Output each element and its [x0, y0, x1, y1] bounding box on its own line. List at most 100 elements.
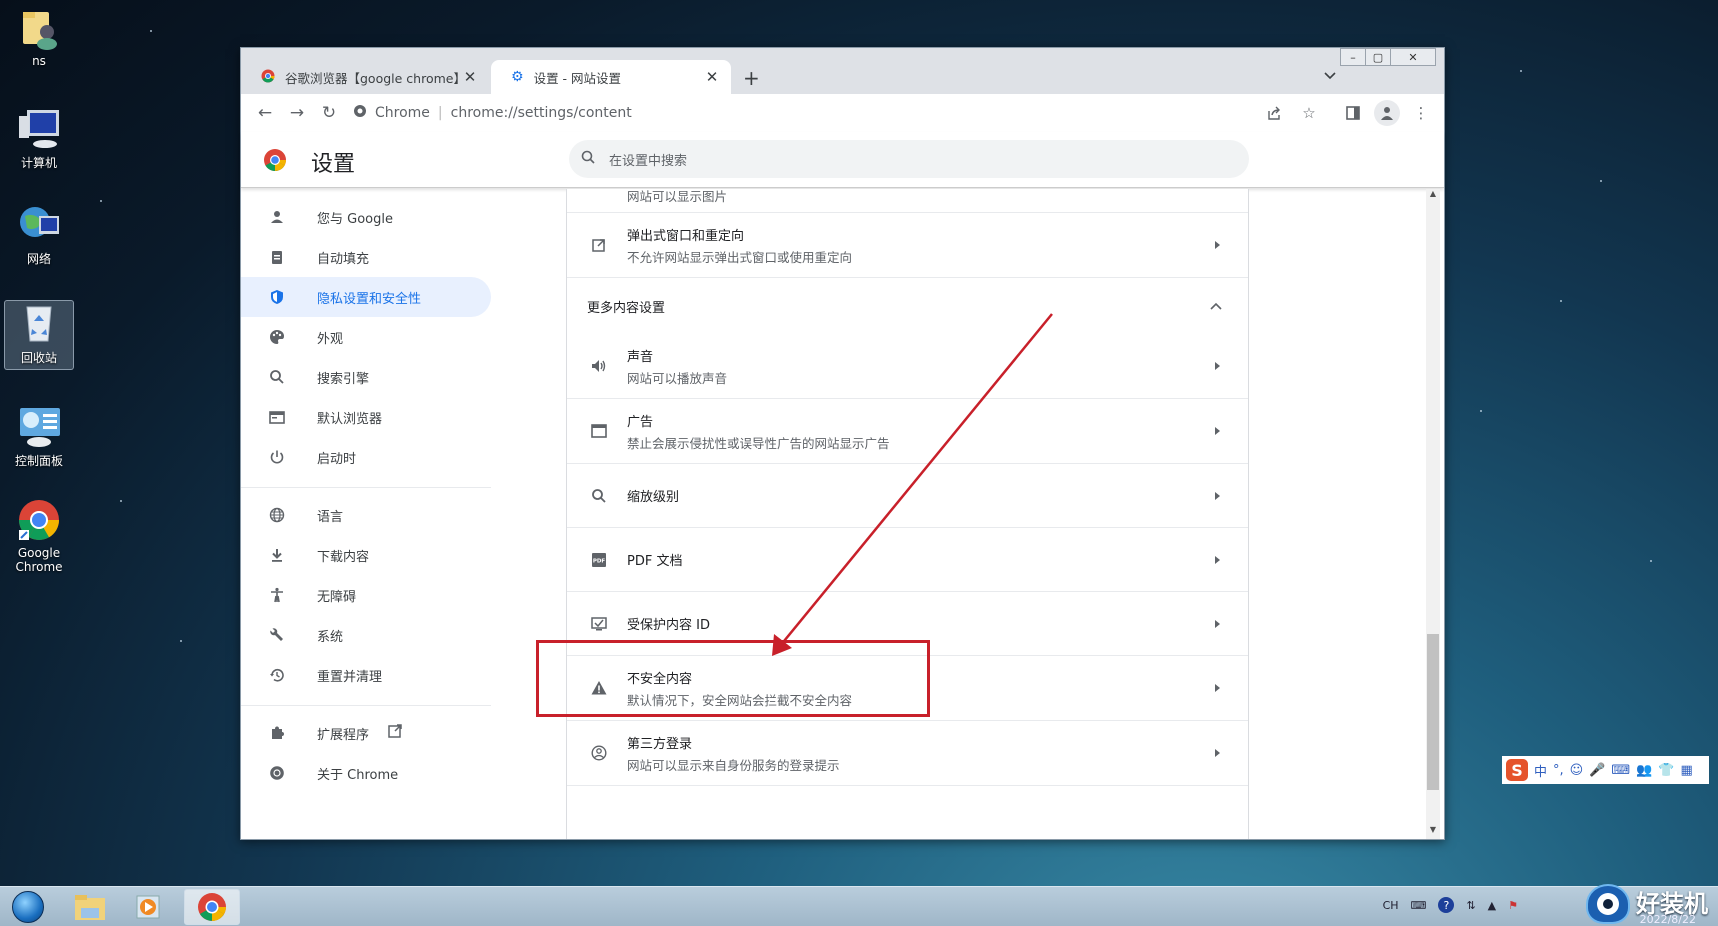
skin-icon[interactable]: 👕 — [1658, 763, 1674, 778]
ad-window-icon — [589, 421, 609, 441]
zoom-search-icon — [589, 486, 609, 506]
content-setting-row[interactable]: 声音 网站可以播放声音 — [567, 334, 1248, 399]
content-setting-row[interactable]: 广告 禁止会展示侵扰性或误导性广告的网站显示广告 — [567, 399, 1248, 464]
sidebar-item-chrome-outline[interactable]: 关于 Chrome — [241, 753, 491, 793]
new-tab-button[interactable]: + — [743, 66, 760, 90]
sidebar-item-person[interactable]: 您与 Google — [241, 197, 491, 237]
share-icon[interactable] — [1262, 100, 1288, 126]
keyboard-icon[interactable]: ⌨ — [1411, 899, 1427, 912]
side-panel-icon[interactable] — [1340, 100, 1366, 126]
sidebar-item-history[interactable]: 重置并清理 — [241, 655, 491, 695]
profile-avatar[interactable] — [1374, 100, 1400, 126]
taskbar-media-player[interactable] — [120, 889, 176, 925]
forward-button[interactable]: → — [281, 103, 313, 123]
address-bar[interactable]: Chrome | chrome://settings/content — [353, 98, 1289, 128]
sidebar-item-label: 下载内容 — [317, 549, 370, 565]
tab-settings[interactable]: ⚙ 设置 - 网站设置 ✕ — [491, 60, 731, 94]
emoji-icon[interactable]: ☺ — [1570, 763, 1584, 778]
desktop-icon-ns[interactable]: ns — [4, 6, 74, 68]
user-folder-icon — [17, 6, 61, 50]
scroll-up-arrow[interactable]: ▲ — [1426, 189, 1440, 203]
network-tray-icon[interactable]: ⇅ — [1466, 899, 1475, 912]
sidebar-item-label: 搜索引擎 — [317, 371, 370, 387]
scroll-thumb[interactable] — [1427, 634, 1439, 790]
row-title: 不安全内容 — [627, 671, 693, 687]
sidebar-item-browser-window[interactable]: 默认浏览器 — [241, 397, 491, 437]
volume-icon — [589, 356, 609, 376]
tab-close-button[interactable]: ✕ — [461, 68, 479, 86]
external-link-icon — [387, 723, 403, 743]
desktop-icon-label: Google Chrome — [15, 546, 63, 574]
content-setting-row[interactable]: PDF PDF 文档 — [567, 528, 1248, 592]
sidebar-item-accessibility[interactable]: 无障碍 — [241, 575, 491, 615]
desktop-icon-computer[interactable]: 计算机 — [4, 106, 74, 171]
show-hidden-icons[interactable]: ▲ — [1488, 899, 1496, 912]
row-title: 缩放级别 — [627, 490, 680, 505]
url-text: chrome://settings/content — [450, 105, 632, 121]
settings-search-input[interactable]: 在设置中搜索 — [569, 140, 1249, 178]
sidebar-item-label: 语言 — [317, 509, 344, 525]
row-subtitle: 网站可以显示来自身份服务的登录提示 — [627, 757, 840, 773]
sidebar-item-power[interactable]: 启动时 — [241, 437, 491, 477]
chevron-right-icon — [1215, 241, 1220, 249]
images-row-partial[interactable]: 网站可以显示图片 — [567, 189, 1248, 213]
content-setting-row[interactable]: 第三方登录 网站可以显示来自身份服务的登录提示 — [567, 721, 1248, 786]
help-icon[interactable]: ? — [1438, 897, 1455, 913]
content-setting-row[interactable]: 弹出式窗口和重定向不允许网站显示弹出式窗口或使用重定向 — [567, 213, 1248, 278]
sidebar-item-clipboard[interactable]: 自动填充 — [241, 237, 491, 277]
microphone-icon[interactable]: 🎤 — [1589, 763, 1605, 778]
chrome-logo — [263, 148, 287, 176]
chrome-site-icon — [353, 104, 367, 122]
sidebar-item-label: 关于 Chrome — [317, 767, 399, 783]
content-setting-row[interactable]: 不安全内容默认情况下，安全网站会拦截不安全内容 — [567, 656, 1248, 721]
back-button[interactable]: ← — [249, 103, 281, 123]
taskbar-chrome[interactable] — [184, 889, 240, 925]
desktop-icon-recycle-bin[interactable]: 回收站 — [4, 300, 74, 370]
clock-date[interactable]: 2022/8/22 — [1640, 913, 1696, 926]
scroll-down-arrow[interactable]: ▼ — [1426, 825, 1440, 839]
warning-icon — [589, 678, 609, 698]
brand-logo-icon — [1586, 884, 1630, 924]
tab-search-dropdown[interactable] — [1324, 68, 1336, 84]
row-title: 弹出式窗口和重定向 — [627, 228, 745, 244]
control-panel-icon — [17, 404, 61, 448]
row-subtitle: 默认情况下，安全网站会拦截不安全内容 — [627, 692, 853, 708]
page-scrollbar[interactable]: ▲ ▼ — [1426, 189, 1440, 839]
chevron-up-icon[interactable] — [1210, 299, 1222, 313]
chrome-icon — [198, 893, 226, 921]
sidebar-item-shield[interactable]: 隐私设置和安全性 — [241, 277, 491, 317]
start-button[interactable] — [0, 889, 56, 925]
content-setting-row[interactable]: 受保护内容 ID — [567, 592, 1248, 656]
taskbar-file-explorer[interactable] — [62, 889, 118, 925]
sidebar-item-download[interactable]: 下载内容 — [241, 535, 491, 575]
shield-icon — [267, 287, 287, 307]
menu-kebab-icon[interactable]: ⋮ — [1408, 100, 1434, 126]
reload-button[interactable]: ↻ — [313, 103, 345, 123]
desktop-icon-chrome[interactable]: Google Chrome — [4, 498, 74, 574]
sidebar-item-globe[interactable]: 语言 — [241, 495, 491, 535]
sidebar-item-search[interactable]: 搜索引擎 — [241, 357, 491, 397]
sidebar-item-palette[interactable]: 外观 — [241, 317, 491, 357]
more-content-settings-header[interactable]: 更多内容设置 — [567, 278, 1248, 334]
content-setting-row[interactable]: 缩放级别 — [567, 464, 1248, 528]
punctuation-icon[interactable]: °, — [1553, 763, 1564, 778]
toolbox-icon[interactable]: ▦ — [1681, 763, 1693, 778]
bookmark-star-icon[interactable]: ☆ — [1296, 100, 1322, 126]
desktop-icon-control-panel[interactable]: 控制面板 — [4, 404, 74, 469]
sogou-logo-icon[interactable]: S — [1506, 759, 1528, 781]
desktop-icon-network[interactable]: 网络 — [4, 202, 74, 267]
sidebar-item-puzzle[interactable]: 扩展程序 — [241, 713, 491, 753]
row-title: 声音 — [627, 349, 654, 365]
sidebar-item-wrench[interactable]: 系统 — [241, 615, 491, 655]
action-center-flag-icon[interactable]: ⚑ — [1508, 899, 1518, 912]
tab-google-chrome-article[interactable]: 谷歌浏览器【google chrome】 ✕ — [241, 60, 489, 94]
search-icon — [581, 150, 595, 168]
tab-title: 谷歌浏览器【google chrome】 — [285, 70, 461, 86]
tab-close-button[interactable]: ✕ — [703, 68, 721, 86]
row-subtitle: 不允许网站显示弹出式窗口或使用重定向 — [627, 249, 853, 265]
user-center-icon[interactable]: 👥 — [1636, 763, 1652, 778]
soft-keyboard-icon[interactable]: ⌨ — [1611, 763, 1630, 778]
chinese-mode-icon[interactable]: 中 — [1534, 761, 1547, 780]
language-indicator[interactable]: CH — [1383, 899, 1399, 912]
chevron-right-icon — [1215, 491, 1220, 500]
